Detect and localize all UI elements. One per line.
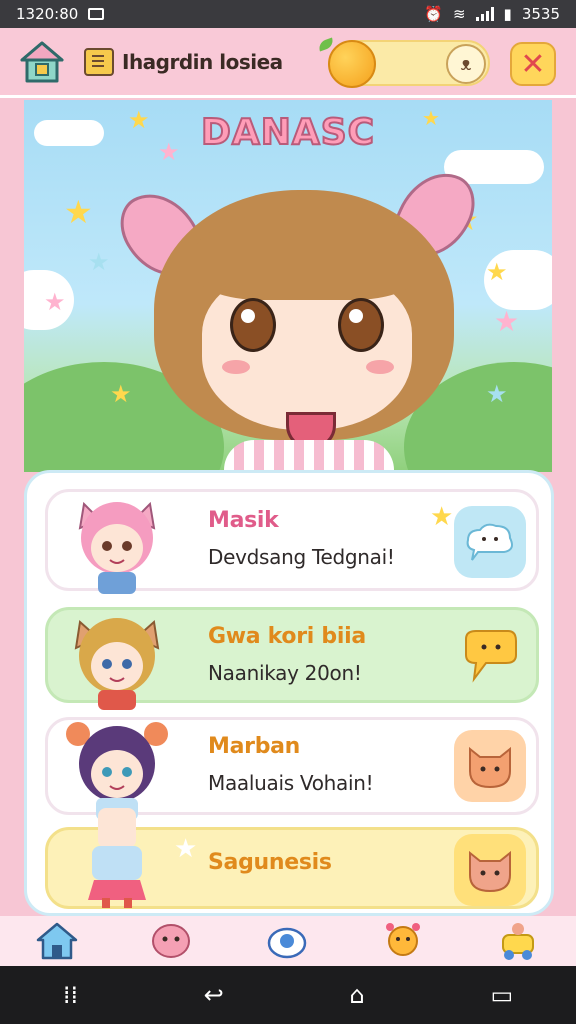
star-icon: ★ bbox=[174, 834, 198, 864]
blonde-catgirl-avatar bbox=[74, 618, 160, 710]
item-name: Gwa kori biia bbox=[208, 624, 366, 649]
catgirl-illustration bbox=[108, 150, 486, 472]
home-icon[interactable] bbox=[35, 921, 79, 961]
list-item[interactable]: Gwa kori biia Naanikay 20on! bbox=[45, 607, 539, 710]
star-icon: ★ bbox=[430, 502, 454, 532]
fox-blob-icon bbox=[469, 746, 511, 789]
item-desc: Naanikay 20on! bbox=[208, 661, 362, 685]
image-notification-icon bbox=[88, 8, 105, 20]
fox-blob-icon bbox=[469, 850, 511, 893]
star-icon: ★ bbox=[64, 193, 93, 231]
pink-buddy-button[interactable] bbox=[454, 834, 526, 906]
star-icon: ★ bbox=[486, 258, 508, 286]
home-button[interactable] bbox=[16, 36, 68, 88]
app-title-text: Ihagrdin losiea bbox=[122, 49, 283, 74]
item-name: Sagunesis bbox=[208, 850, 332, 875]
wifi-icon: ≋ bbox=[452, 5, 466, 23]
orange-coin-icon bbox=[316, 37, 376, 88]
list-item[interactable]: Sagunesis ★ bbox=[45, 808, 539, 909]
pink-blob-icon[interactable] bbox=[148, 921, 194, 961]
star-icon: ★ bbox=[486, 380, 508, 408]
speech-bubble-icon bbox=[465, 630, 517, 683]
bottom-nav bbox=[0, 916, 576, 966]
house-icon bbox=[20, 41, 64, 82]
top-bar: Ihagrdin losiea ᴥ ✕ bbox=[0, 28, 576, 98]
close-button[interactable]: ✕ bbox=[510, 42, 556, 86]
chat-cloud-icon bbox=[466, 523, 513, 561]
sun-buddy-icon[interactable] bbox=[380, 919, 426, 963]
recent-apps-button[interactable]: ⁞⁞ bbox=[63, 981, 78, 1009]
system-nav-bar: ⁞⁞ ↩ ⌂ ▭ bbox=[0, 966, 576, 1024]
overview-button[interactable]: ▭ bbox=[490, 981, 513, 1009]
star-icon: ★ bbox=[110, 380, 132, 408]
signal-icon bbox=[475, 7, 494, 21]
schoolgirl-avatar bbox=[88, 808, 146, 908]
star-icon: ★ bbox=[494, 305, 520, 338]
camera-eye-icon[interactable] bbox=[264, 921, 310, 961]
star-icon: ★ bbox=[88, 248, 110, 276]
star-icon: ★ bbox=[44, 288, 66, 316]
item-desc: Devdsang Tedgnai! bbox=[208, 545, 395, 569]
list-item[interactable]: Masik Devdsang Tedgnai! ★ bbox=[45, 489, 539, 594]
pink-catgirl-avatar bbox=[78, 501, 156, 594]
fox-buddy-button[interactable] bbox=[454, 730, 526, 802]
hero-banner: ★ ★ ★ ★ ★ ★ ★ ★ ★ ★ ★ DANASC bbox=[24, 100, 552, 472]
home-system-button[interactable]: ⌂ bbox=[350, 981, 365, 1009]
alarm-icon: ⏰ bbox=[424, 5, 443, 23]
item-name: Masik bbox=[208, 508, 279, 533]
car-buddy-icon[interactable] bbox=[495, 919, 541, 963]
item-name: Marban bbox=[208, 734, 301, 759]
chat-bubble-button[interactable] bbox=[454, 506, 526, 578]
app-title: Ihagrdin losiea bbox=[84, 47, 283, 76]
currency-pill[interactable]: ᴥ bbox=[316, 37, 490, 88]
hero-title: DANASC bbox=[200, 111, 376, 154]
status-time: 1320:80 bbox=[16, 5, 79, 23]
cat-face-icon[interactable]: ᴥ bbox=[446, 44, 486, 84]
book-icon bbox=[84, 47, 114, 76]
battery-level: 3535 bbox=[521, 5, 560, 23]
back-button[interactable]: ↩ bbox=[204, 981, 224, 1009]
speech-bubble-button[interactable] bbox=[454, 620, 526, 692]
status-bar: 1320:80 ⏰ ≋ ▮ 3535 bbox=[0, 0, 576, 28]
character-list: Masik Devdsang Tedgnai! ★ Gwa kori biia … bbox=[24, 470, 554, 916]
battery-icon: ▮ bbox=[503, 5, 512, 23]
item-desc: Maaluais Vohain! bbox=[208, 771, 374, 795]
